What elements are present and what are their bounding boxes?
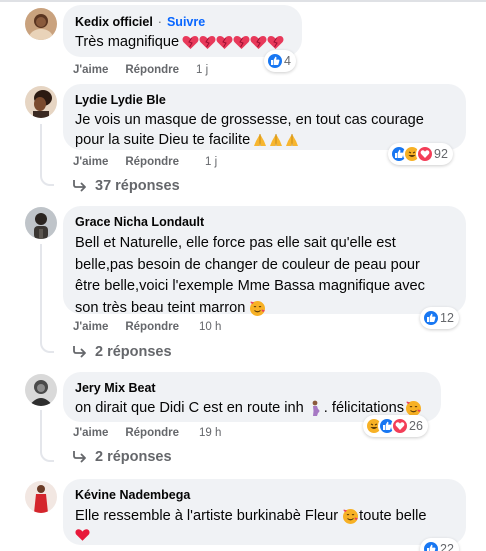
smiling-face-with-hearts-icon xyxy=(250,300,266,316)
avatar[interactable] xyxy=(25,374,57,406)
reaction-summary[interactable]: 26 xyxy=(363,415,428,437)
replies-count-label: 2 réponses xyxy=(95,449,172,465)
reaction-count: 22 xyxy=(440,542,454,551)
reaction-summary[interactable]: 22 xyxy=(420,538,459,551)
thread-line xyxy=(40,244,42,339)
top-divider xyxy=(0,0,486,2)
replies-count-label: 37 réponses xyxy=(95,178,180,194)
comment-text: Très magnifique xyxy=(75,32,290,52)
thread-connector xyxy=(40,448,54,462)
praying-hands-emoji-group xyxy=(252,132,300,148)
avatar[interactable] xyxy=(25,86,57,118)
heart-icon xyxy=(267,35,284,49)
reply-button[interactable]: Répondre xyxy=(125,321,179,333)
reply-arrow-icon xyxy=(73,346,86,358)
heart-icon xyxy=(216,35,233,49)
comment-actions: J'aime Répondre 1 j xyxy=(73,64,208,76)
thread-connector xyxy=(40,339,54,353)
reply-arrow-icon xyxy=(73,180,86,192)
avatar[interactable] xyxy=(25,8,57,40)
comment-author[interactable]: Kedix officiel xyxy=(75,14,153,30)
comment-bubble: Kedix officiel · Suivre Très magnifique xyxy=(63,5,302,57)
reaction-summary[interactable]: 12 xyxy=(420,307,459,329)
thread-line xyxy=(40,124,42,172)
pregnant-woman-icon xyxy=(312,400,320,416)
timestamp[interactable]: 1 j xyxy=(205,156,217,168)
reply-button[interactable]: Répondre xyxy=(125,64,179,76)
like-button[interactable]: J'aime xyxy=(73,64,108,76)
heart-emoji-group xyxy=(182,35,284,50)
comment-author[interactable]: Lydie Lydie Ble xyxy=(75,92,166,108)
reaction-count: 4 xyxy=(284,54,291,68)
heart-icon xyxy=(182,35,199,49)
timestamp[interactable]: 10 h xyxy=(199,321,221,333)
like-reaction-icon xyxy=(422,540,440,551)
view-replies-button[interactable]: 2 réponses xyxy=(73,344,172,360)
red-heart-icon xyxy=(75,529,90,541)
comment-author[interactable]: Grace Nicha Londault xyxy=(75,214,204,230)
like-button[interactable]: J'aime xyxy=(73,321,108,333)
timestamp[interactable]: 1 j xyxy=(196,64,208,76)
heart-icon xyxy=(250,35,267,49)
heart-icon xyxy=(233,35,250,49)
follow-button[interactable]: Suivre xyxy=(167,14,205,30)
like-reaction-icon xyxy=(266,52,284,70)
comment-author[interactable]: Jery Mix Beat xyxy=(75,380,156,396)
reaction-summary[interactable]: 92 xyxy=(388,143,453,165)
smiling-face-with-hearts-icon xyxy=(343,508,359,524)
praying-hands-icon xyxy=(270,134,283,146)
comment-text: Bell et Naturelle, elle force pas elle s… xyxy=(75,235,425,316)
reply-button[interactable]: Répondre xyxy=(125,156,179,168)
like-reaction-icon xyxy=(422,309,440,327)
reaction-count: 92 xyxy=(434,147,448,161)
comment-actions: J'aime Répondre 1 j xyxy=(73,156,217,168)
comment-bubble: Grace Nicha Londault Bell et Naturelle, … xyxy=(63,206,466,316)
comment-text: Elle ressemble à l'artiste burkinabè Fle… xyxy=(75,506,454,548)
comment-bubble: Kévine Nadembega Elle ressemble à l'arti… xyxy=(63,479,466,545)
comment-author[interactable]: Kévine Nadembega xyxy=(75,487,190,503)
comment-actions: J'aime Répondre 10 h xyxy=(73,321,221,333)
comment-actions: J'aime Répondre 19 h xyxy=(73,427,221,439)
avatar[interactable] xyxy=(25,481,57,513)
reply-arrow-icon xyxy=(73,451,86,463)
thread-line xyxy=(40,410,42,448)
love-reaction-icon xyxy=(391,417,409,435)
reaction-count: 26 xyxy=(409,419,423,433)
replies-count-label: 2 réponses xyxy=(95,344,172,360)
timestamp[interactable]: 19 h xyxy=(199,427,221,439)
praying-hands-icon xyxy=(254,134,267,146)
reply-button[interactable]: Répondre xyxy=(125,427,179,439)
avatar[interactable] xyxy=(25,207,57,239)
smiling-face-with-hearts-icon xyxy=(406,400,422,416)
separator-dot: · xyxy=(157,15,162,29)
like-button[interactable]: J'aime xyxy=(73,427,108,439)
reaction-count: 12 xyxy=(440,311,454,325)
view-replies-button[interactable]: 37 réponses xyxy=(73,178,180,194)
comment-bubble: Lydie Lydie Ble Je vois un masque de gro… xyxy=(63,84,466,150)
heart-icon xyxy=(199,35,216,49)
praying-hands-icon xyxy=(286,134,299,146)
thread-connector xyxy=(40,172,54,186)
view-replies-button[interactable]: 2 réponses xyxy=(73,449,172,465)
love-reaction-icon xyxy=(416,145,434,163)
like-button[interactable]: J'aime xyxy=(73,156,108,168)
reaction-summary[interactable]: 4 xyxy=(264,50,296,72)
